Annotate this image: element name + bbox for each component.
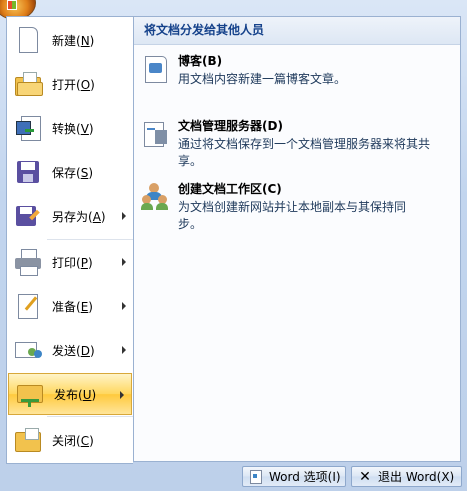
option-blog[interactable]: 博客(B) 用文档内容新建一篇博客文章。 bbox=[142, 53, 452, 88]
menu-item-print[interactable]: 打印(P) bbox=[7, 241, 133, 283]
new-document-icon bbox=[13, 25, 43, 55]
menu-item-label: 打开(O) bbox=[52, 77, 95, 92]
menu-item-prepare[interactable]: 准备(E) bbox=[7, 285, 133, 327]
menu-item-send[interactable]: 发送(D) bbox=[7, 329, 133, 371]
menu-item-label: 发送(D) bbox=[52, 343, 95, 358]
send-icon bbox=[13, 335, 43, 365]
close-folder-icon bbox=[13, 425, 43, 455]
options-icon bbox=[249, 469, 263, 484]
menu-item-save[interactable]: 保存(S) bbox=[7, 151, 133, 193]
menu-item-label: 新建(N) bbox=[52, 33, 95, 48]
option-workspace[interactable]: 创建文档工作区(C) 为文档创建新网站并让本地副本与其保持同步。 bbox=[141, 181, 452, 233]
office-menu-commands: 新建(N) 打开(O) 转换(V) 保存(S) 另存为(A) 打印(P) 准备(… bbox=[6, 16, 133, 464]
option-description: 用文档内容新建一篇博客文章。 bbox=[178, 72, 347, 86]
publish-submenu-panel: 将文档分发给其他人员 博客(B) 用文档内容新建一篇博客文章。 文档管理服务器(… bbox=[133, 16, 461, 462]
menu-item-close[interactable]: 关闭(C) bbox=[7, 419, 133, 461]
menu-item-publish[interactable]: 发布(U) bbox=[8, 373, 132, 415]
menu-separator bbox=[47, 416, 133, 417]
blog-icon bbox=[142, 55, 170, 83]
save-icon bbox=[13, 157, 43, 187]
option-description: 通过将文档保存到一个文档管理服务器来将其共享。 bbox=[178, 137, 431, 168]
open-folder-icon bbox=[13, 69, 43, 99]
exit-word-button[interactable]: ✕ 退出 Word(X) bbox=[351, 466, 462, 487]
submenu-arrow-icon bbox=[122, 302, 126, 310]
document-server-icon bbox=[142, 120, 170, 148]
printer-icon bbox=[13, 247, 43, 277]
option-doc-server[interactable]: 文档管理服务器(D) 通过将文档保存到一个文档管理服务器来将其共享。 bbox=[142, 118, 452, 170]
menu-item-label: 保存(S) bbox=[52, 165, 93, 180]
submenu-arrow-icon bbox=[122, 258, 126, 266]
save-as-icon bbox=[13, 201, 43, 231]
option-description: 为文档创建新网站并让本地副本与其保持同步。 bbox=[178, 200, 407, 231]
menu-item-save-as[interactable]: 另存为(A) bbox=[7, 195, 133, 237]
prepare-icon bbox=[13, 291, 43, 321]
option-title: 文档管理服务器(D) bbox=[178, 119, 283, 133]
menu-item-new[interactable]: 新建(N) bbox=[7, 19, 133, 61]
submenu-arrow-icon bbox=[122, 346, 126, 354]
menu-item-label: 另存为(A) bbox=[52, 209, 106, 224]
menu-item-convert[interactable]: 转换(V) bbox=[7, 107, 133, 149]
menu-item-label: 准备(E) bbox=[52, 299, 93, 314]
menu-item-open[interactable]: 打开(O) bbox=[7, 63, 133, 105]
submenu-arrow-icon bbox=[120, 391, 124, 399]
option-title: 博客(B) bbox=[178, 54, 223, 68]
option-title: 创建文档工作区(C) bbox=[178, 182, 282, 196]
word-options-button[interactable]: Word 选项(I) bbox=[242, 466, 346, 487]
workspace-icon bbox=[141, 183, 170, 211]
menu-item-label: 关闭(C) bbox=[52, 433, 94, 448]
menu-item-label: 打印(P) bbox=[52, 255, 93, 270]
menu-item-label: 转换(V) bbox=[52, 121, 94, 136]
close-icon: ✕ bbox=[359, 468, 371, 485]
convert-icon bbox=[13, 113, 43, 143]
word-options-label: Word 选项(I) bbox=[269, 470, 341, 484]
office-menu-footer: Word 选项(I) ✕ 退出 Word(X) bbox=[0, 462, 467, 491]
menu-separator bbox=[47, 239, 133, 240]
publish-icon bbox=[15, 379, 45, 409]
panel-title: 将文档分发给其他人员 bbox=[134, 17, 460, 45]
menu-item-label: 发布(U) bbox=[54, 387, 97, 402]
exit-word-label: 退出 Word(X) bbox=[378, 470, 455, 484]
office-menu-window: 新建(N) 打开(O) 转换(V) 保存(S) 另存为(A) 打印(P) 准备(… bbox=[0, 0, 467, 491]
submenu-arrow-icon bbox=[122, 212, 126, 220]
